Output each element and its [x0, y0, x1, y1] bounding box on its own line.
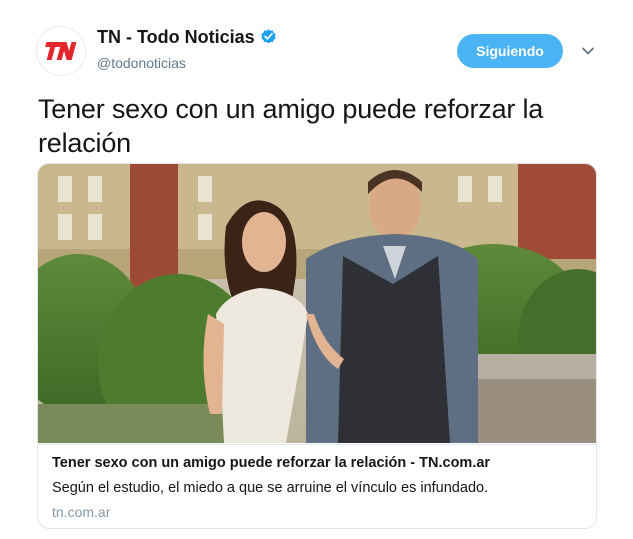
avatar[interactable] — [36, 26, 86, 76]
verified-badge-icon — [260, 29, 276, 44]
link-card[interactable]: Tener sexo con un amigo puede reforzar l… — [37, 163, 597, 529]
chevron-down-icon[interactable] — [580, 43, 596, 59]
tn-logo-icon — [45, 42, 77, 60]
card-body[interactable]: Tener sexo con un amigo puede reforzar l… — [38, 444, 596, 528]
card-domain: tn.com.ar — [52, 504, 111, 520]
author-name-line: TN - Todo Noticias — [97, 27, 278, 48]
author-handle[interactable]: @todonoticias — [97, 55, 186, 71]
card-image[interactable] — [38, 164, 596, 443]
tweet-text: Tener sexo con un amigo puede reforzar l… — [38, 94, 544, 158]
card-description: Según el estudio, el miedo a que se arru… — [52, 480, 489, 496]
card-title[interactable]: Tener sexo con un amigo puede reforzar l… — [52, 455, 490, 471]
tweet-header: TN - Todo Noticias @todonoticias Siguien… — [0, 0, 633, 90]
following-button[interactable]: Siguiendo — [457, 34, 563, 68]
author-display-name[interactable]: TN - Todo Noticias — [97, 27, 255, 48]
